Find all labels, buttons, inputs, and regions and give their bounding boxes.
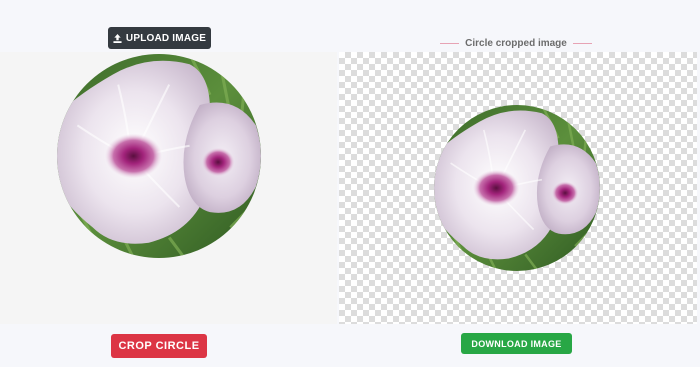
crop-circle-button[interactable]: CROP CIRCLE xyxy=(111,334,207,358)
download-image-button[interactable]: DOWNLOAD IMAGE xyxy=(461,333,572,354)
title-rule-left xyxy=(440,42,460,44)
upload-image-button[interactable]: UPLOAD IMAGE xyxy=(108,27,211,49)
cropped-flower-image xyxy=(434,105,600,271)
title-rule-right xyxy=(572,42,593,44)
preview-title: Circle cropped image xyxy=(440,36,593,50)
upload-image-label: UPLOAD IMAGE xyxy=(125,32,207,44)
preview-title-text: Circle cropped image xyxy=(465,37,567,49)
upload-icon xyxy=(113,33,122,43)
source-flower-image xyxy=(57,54,261,258)
